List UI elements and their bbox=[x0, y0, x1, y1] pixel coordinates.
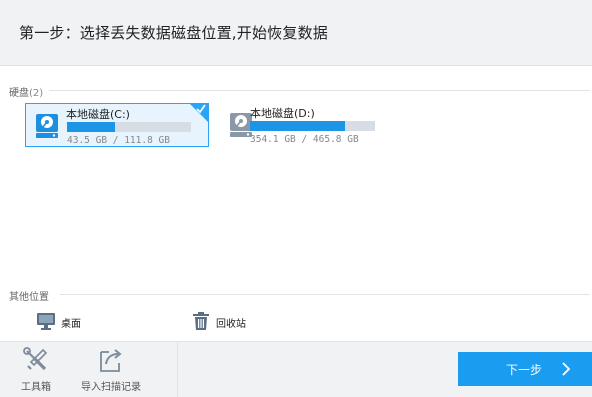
other-section-divider bbox=[60, 294, 590, 295]
disk-name: 本地磁盘(D:) bbox=[250, 107, 315, 120]
trash-icon bbox=[193, 312, 209, 330]
tools-icon bbox=[23, 347, 48, 371]
disk-usage-fill bbox=[250, 121, 345, 131]
disk-size: 354.1 GB / 465.8 GB bbox=[250, 134, 359, 145]
monitor-icon bbox=[37, 313, 55, 330]
disks-section-divider bbox=[49, 90, 590, 91]
disk-usage-bar bbox=[67, 122, 191, 132]
disk-name: 本地磁盘(C:) bbox=[66, 108, 130, 121]
disk-usage-bar bbox=[250, 121, 375, 131]
page-title: 第一步：选择丢失数据磁盘位置,开始恢复数据 bbox=[19, 24, 328, 42]
chevron-right-icon bbox=[562, 362, 571, 376]
disks-section-title: 硬盘 bbox=[9, 88, 29, 99]
import-icon bbox=[100, 349, 122, 372]
disk-item-d[interactable]: 本地磁盘(D:) 354.1 GB / 465.8 GB bbox=[220, 103, 380, 147]
location-desktop[interactable]: 桌面 bbox=[36, 311, 126, 335]
disk-size: 43.5 GB / 111.8 GB bbox=[67, 135, 170, 146]
location-recycle-bin[interactable]: 回收站 bbox=[191, 311, 281, 335]
header-bar: 第一步：选择丢失数据磁盘位置,开始恢复数据 bbox=[0, 0, 592, 66]
hard-drive-icon bbox=[36, 114, 58, 138]
next-step-label: 下一步 bbox=[506, 363, 543, 377]
disks-section-label: 硬盘(2) bbox=[9, 84, 43, 99]
disk-usage-fill bbox=[67, 122, 116, 132]
next-step-button[interactable]: 下一步 bbox=[458, 352, 592, 386]
import-scan-record-label: 导入扫描记录 bbox=[81, 382, 141, 393]
location-label: 桌面 bbox=[61, 319, 81, 330]
other-section-label: 其他位置 bbox=[9, 292, 49, 303]
disk-item-c[interactable]: 本地磁盘(C:) 43.5 GB / 111.8 GB bbox=[25, 103, 209, 147]
disks-section-count: (2) bbox=[29, 88, 44, 99]
toolbox-button[interactable]: 工具箱 bbox=[18, 346, 54, 393]
footer-divider bbox=[177, 342, 178, 397]
location-label: 回收站 bbox=[216, 319, 246, 330]
import-scan-record-button[interactable]: 导入扫描记录 bbox=[80, 346, 142, 393]
footer-bar: 工具箱 导入扫描记录 下一步 bbox=[0, 341, 592, 397]
checkmark-icon bbox=[196, 104, 206, 114]
toolbox-label: 工具箱 bbox=[21, 382, 51, 393]
